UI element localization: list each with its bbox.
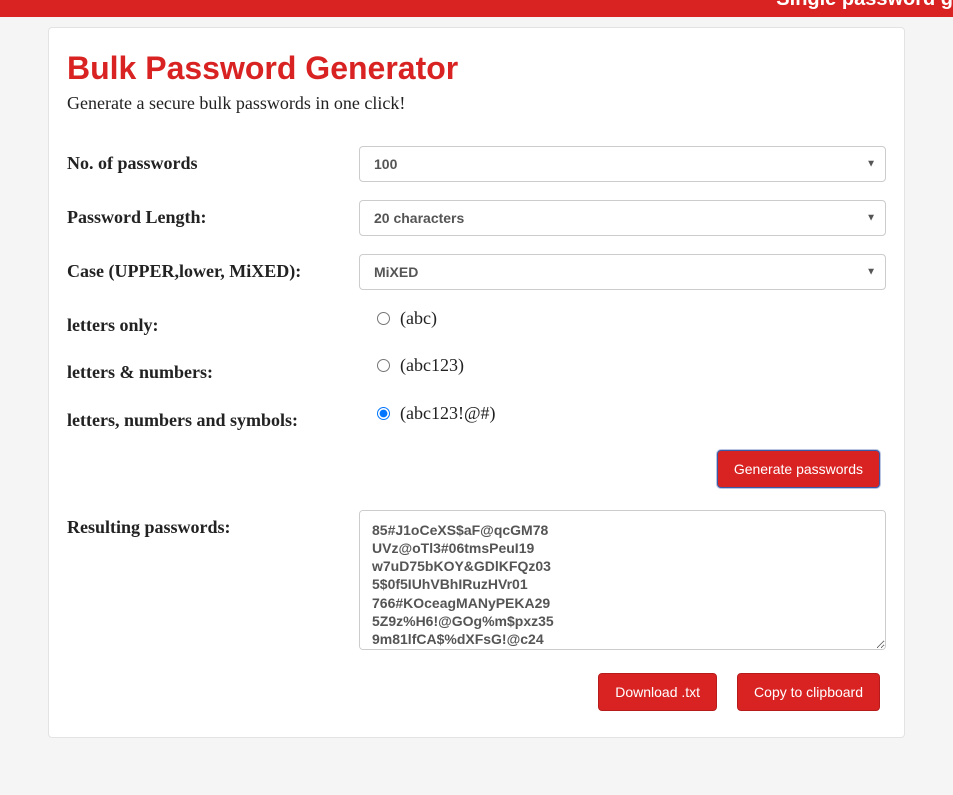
row-letters-only: letters only: (abc) bbox=[67, 308, 886, 337]
page-subtitle: Generate a secure bulk passwords in one … bbox=[67, 93, 886, 114]
row-letters-numbers-symbols: letters, numbers and symbols: (abc123!@#… bbox=[67, 403, 886, 432]
results-textarea[interactable] bbox=[359, 510, 886, 650]
count-label: No. of passwords bbox=[67, 146, 359, 175]
generator-card: Bulk Password Generator Generate a secur… bbox=[48, 27, 905, 738]
letters-numbers-symbols-label: letters, numbers and symbols: bbox=[67, 403, 359, 432]
letters-numbers-label: letters & numbers: bbox=[67, 355, 359, 384]
page-title: Bulk Password Generator bbox=[67, 50, 886, 87]
letters-numbers-radio[interactable] bbox=[377, 359, 390, 372]
row-length: Password Length: 20 characters ▼ bbox=[67, 200, 886, 236]
topbar-link[interactable]: Single password g bbox=[776, 0, 953, 11]
count-select[interactable]: 100 bbox=[359, 146, 886, 182]
row-results: Resulting passwords: bbox=[67, 510, 886, 655]
case-select[interactable]: MiXED bbox=[359, 254, 886, 290]
letters-only-hint: (abc) bbox=[400, 308, 437, 329]
length-label: Password Length: bbox=[67, 200, 359, 229]
copy-button[interactable]: Copy to clipboard bbox=[737, 673, 880, 711]
letters-numbers-symbols-hint: (abc123!@#) bbox=[400, 403, 496, 424]
case-label: Case (UPPER,lower, MiXED): bbox=[67, 254, 359, 283]
generate-row: Generate passwords bbox=[67, 450, 886, 488]
row-case: Case (UPPER,lower, MiXED): MiXED ▼ bbox=[67, 254, 886, 290]
letters-numbers-symbols-radio[interactable] bbox=[377, 407, 390, 420]
topbar: Single password g bbox=[0, 0, 953, 17]
row-count: No. of passwords 100 ▼ bbox=[67, 146, 886, 182]
results-label: Resulting passwords: bbox=[67, 510, 359, 539]
generate-button[interactable]: Generate passwords bbox=[717, 450, 880, 488]
download-button[interactable]: Download .txt bbox=[598, 673, 717, 711]
length-select[interactable]: 20 characters bbox=[359, 200, 886, 236]
bottom-buttons: Download .txt Copy to clipboard bbox=[67, 673, 886, 711]
letters-only-radio[interactable] bbox=[377, 312, 390, 325]
letters-numbers-hint: (abc123) bbox=[400, 355, 464, 376]
row-letters-numbers: letters & numbers: (abc123) bbox=[67, 355, 886, 384]
letters-only-label: letters only: bbox=[67, 308, 359, 337]
